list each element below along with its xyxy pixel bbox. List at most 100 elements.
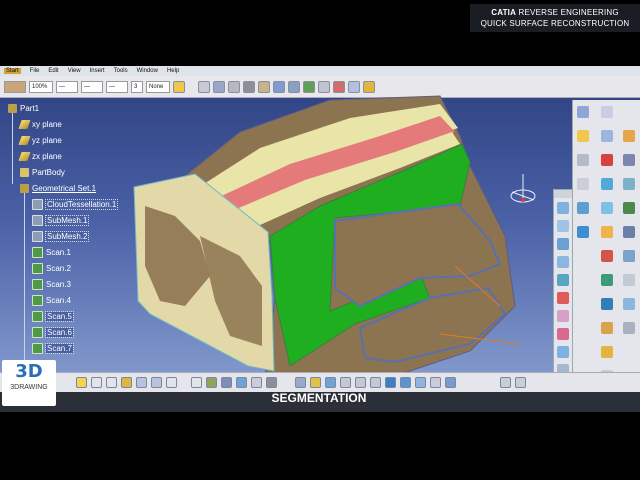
offset-icon[interactable] bbox=[623, 130, 635, 142]
curvature-icon[interactable] bbox=[601, 154, 613, 166]
tree-item-partbody[interactable]: PartBody bbox=[20, 166, 65, 179]
frame-icon[interactable] bbox=[557, 274, 569, 286]
video-caption: SEGMENTATION bbox=[271, 391, 367, 405]
plane-icon bbox=[18, 152, 31, 161]
tree-item-yz-plane[interactable]: yz plane bbox=[18, 134, 62, 147]
catia-window: Start File Edit View Insert Tools Window… bbox=[0, 66, 640, 412]
tools-icon[interactable] bbox=[500, 377, 511, 388]
shading-mode-icon[interactable] bbox=[400, 377, 411, 388]
logo-text: 3DRAWING bbox=[10, 384, 48, 391]
body-icon bbox=[20, 168, 29, 177]
wireframe-icon[interactable] bbox=[557, 346, 569, 358]
chamfer-icon[interactable] bbox=[623, 322, 635, 334]
measure-between-icon[interactable] bbox=[430, 377, 441, 388]
normal-view-icon[interactable] bbox=[370, 377, 381, 388]
copy-icon[interactable] bbox=[106, 377, 117, 388]
tree-item-scan-2[interactable]: Scan.2 bbox=[32, 262, 71, 275]
logo-mark: 3D bbox=[15, 361, 43, 382]
tree-label: CloudTessellation.1 bbox=[44, 199, 119, 210]
activate-icon[interactable] bbox=[601, 106, 613, 118]
slab-icon[interactable] bbox=[557, 238, 569, 250]
knowledge-icon[interactable] bbox=[206, 377, 217, 388]
cut-icon[interactable] bbox=[91, 377, 102, 388]
plane-fit-icon[interactable] bbox=[623, 178, 635, 190]
update-icon[interactable] bbox=[236, 377, 247, 388]
undo-icon[interactable] bbox=[136, 377, 147, 388]
section-icon[interactable] bbox=[623, 154, 635, 166]
box-icon[interactable] bbox=[557, 220, 569, 232]
swap-space-icon[interactable] bbox=[415, 377, 426, 388]
tree-label: Scan.4 bbox=[46, 296, 71, 305]
trim-icon[interactable] bbox=[623, 298, 635, 310]
color-map-icon[interactable] bbox=[557, 292, 569, 304]
hide-show-icon[interactable] bbox=[266, 377, 277, 388]
shading-icon[interactable] bbox=[557, 310, 569, 322]
zoom-out-icon[interactable] bbox=[355, 377, 366, 388]
macro-icon[interactable] bbox=[251, 377, 262, 388]
compass-snap-icon[interactable] bbox=[515, 377, 526, 388]
channel-logo: 3D 3DRAWING bbox=[2, 360, 56, 406]
catalog-icon[interactable] bbox=[221, 377, 232, 388]
tree-label: PartBody bbox=[32, 168, 65, 177]
cleaner-icon[interactable] bbox=[577, 154, 589, 166]
revolve-icon[interactable] bbox=[601, 274, 613, 286]
tree-item-geometrical-set[interactable]: Geometrical Set.1 bbox=[20, 182, 96, 195]
sphere-icon[interactable] bbox=[601, 178, 613, 190]
redo-icon[interactable] bbox=[151, 377, 162, 388]
cloud-import-icon[interactable] bbox=[577, 106, 589, 118]
tree-item-xy-plane[interactable]: xy plane bbox=[18, 118, 62, 131]
extrude-icon[interactable] bbox=[623, 250, 635, 262]
tree-item-scan-6[interactable]: Scan.6 bbox=[32, 326, 74, 339]
fillet-icon[interactable] bbox=[601, 322, 613, 334]
rotate-view-icon[interactable] bbox=[325, 377, 336, 388]
transform-icon[interactable] bbox=[601, 346, 613, 358]
floating-toolbar-titlebar[interactable] bbox=[554, 190, 572, 198]
filter-icon[interactable] bbox=[577, 130, 589, 142]
deviation-icon[interactable] bbox=[601, 250, 613, 262]
prism-icon[interactable] bbox=[557, 256, 569, 268]
standard-toolbar-bottom bbox=[0, 372, 640, 392]
mesh-icon bbox=[32, 199, 43, 210]
automatic-surface-icon[interactable] bbox=[601, 226, 613, 238]
sweep-icon[interactable] bbox=[623, 274, 635, 286]
tree-item-submesh-2[interactable]: SubMesh.2 bbox=[32, 230, 90, 243]
paste-icon[interactable] bbox=[121, 377, 132, 388]
tree-item-part1[interactable]: Part1 bbox=[8, 102, 39, 115]
zoom-in-icon[interactable] bbox=[340, 377, 351, 388]
tree-item-scan-7[interactable]: Scan.7 bbox=[32, 342, 74, 355]
help-icon[interactable] bbox=[166, 377, 177, 388]
compass-icon[interactable] bbox=[508, 170, 538, 214]
texture-icon[interactable] bbox=[557, 328, 569, 340]
banner-line1: REVERSE ENGINEERING bbox=[518, 8, 619, 17]
cube-icon[interactable] bbox=[557, 202, 569, 214]
part-icon bbox=[8, 104, 17, 113]
cylinder-icon[interactable] bbox=[577, 202, 589, 214]
cone-icon[interactable] bbox=[601, 202, 613, 214]
formula-icon[interactable] bbox=[191, 377, 202, 388]
pan-icon[interactable] bbox=[310, 377, 321, 388]
fit-all-icon[interactable] bbox=[295, 377, 306, 388]
tree-item-zx-plane[interactable]: zx plane bbox=[18, 150, 62, 163]
mesh-icon bbox=[32, 231, 43, 242]
new-icon[interactable] bbox=[76, 377, 87, 388]
tree-item-submesh-1[interactable]: SubMesh.1 bbox=[32, 214, 90, 227]
tree-item-scan-1[interactable]: Scan.1 bbox=[32, 246, 71, 259]
iso-view-icon[interactable] bbox=[385, 377, 396, 388]
power-fit-icon[interactable] bbox=[623, 202, 635, 214]
split-icon[interactable] bbox=[577, 178, 589, 190]
tree-item-scan-3[interactable]: Scan.3 bbox=[32, 278, 71, 291]
tree-label: yz plane bbox=[32, 136, 62, 145]
tree-item-scan-4[interactable]: Scan.4 bbox=[32, 294, 71, 307]
scan-icon bbox=[32, 247, 43, 258]
plane-icon bbox=[18, 120, 31, 129]
scan-icon bbox=[32, 343, 43, 354]
curve-network-icon[interactable] bbox=[577, 226, 589, 238]
tree-item-cloudtessellation[interactable]: CloudTessellation.1 bbox=[32, 198, 119, 211]
scan-icon bbox=[32, 279, 43, 290]
apply-material-icon[interactable] bbox=[445, 377, 456, 388]
banner-brand: CATIA bbox=[491, 8, 517, 17]
tree-item-scan-5[interactable]: Scan.5 bbox=[32, 310, 74, 323]
mesh-creation-icon[interactable] bbox=[601, 130, 613, 142]
blend-icon[interactable] bbox=[623, 226, 635, 238]
join-icon[interactable] bbox=[601, 298, 613, 310]
